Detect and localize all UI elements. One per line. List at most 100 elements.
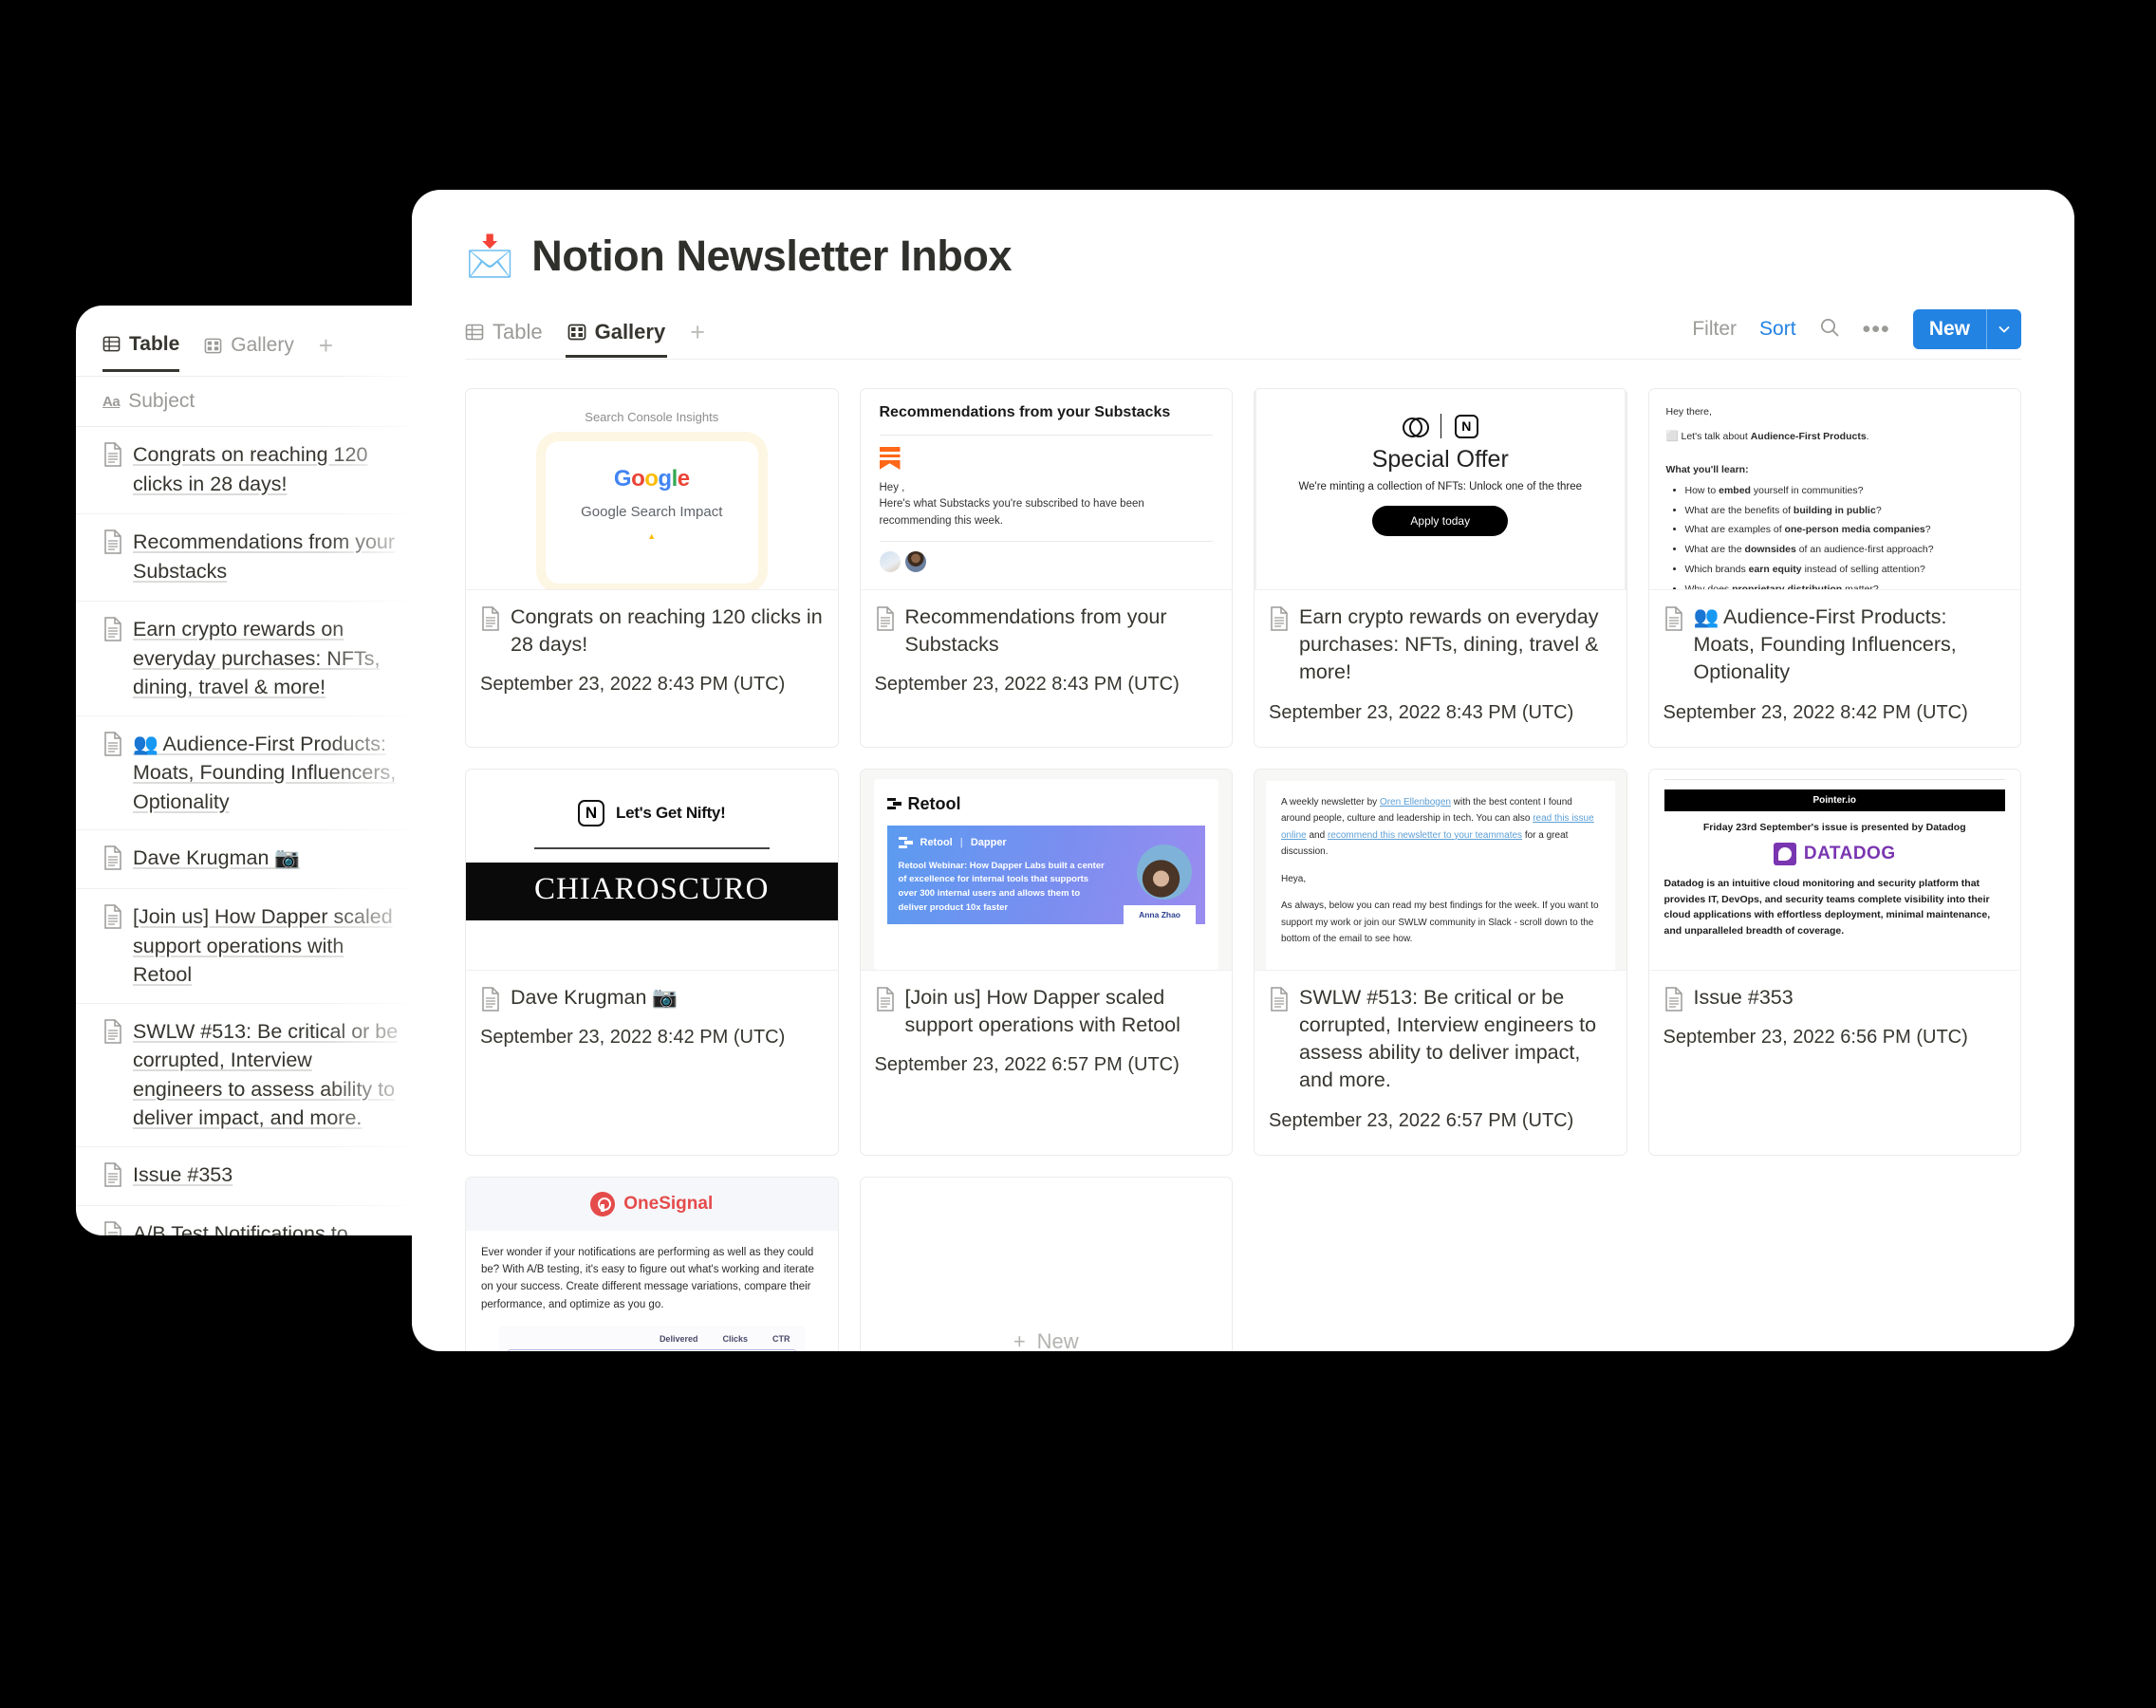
brand-one: One (623, 1193, 660, 1214)
chevron-down-icon[interactable] (1987, 309, 2021, 349)
table-row[interactable]: Recommendations from your Substacks (76, 514, 418, 602)
aa-text-icon: Aa (102, 393, 121, 410)
card-date: September 23, 2022 6:57 PM (UTC) (874, 1054, 1180, 1076)
table-row-title: SWLW #513: Be critical or be corrupted, … (133, 1019, 399, 1130)
gallery-card[interactable]: N Special Offer We're minting a collecti… (1254, 388, 1627, 748)
table-row-title: Recommendations from your Substacks (133, 530, 396, 583)
preview-lead-bold: Audience-First Products (1750, 431, 1867, 443)
preview-body: Ever wonder if your notifications are pe… (481, 1246, 814, 1310)
document-icon (102, 1018, 123, 1044)
bullet-pre: What are the (1684, 544, 1745, 556)
document-icon (102, 1220, 123, 1235)
document-icon (102, 731, 123, 756)
table-header-cell: CTR (772, 1334, 790, 1345)
bullet-bold: earn equity (1748, 563, 1802, 575)
table-row[interactable]: SWLW #513: Be critical or be corrupted, … (76, 1004, 418, 1147)
page-title: 📩 Notion Newsletter Inbox (465, 232, 2021, 281)
divider (879, 540, 1213, 542)
table-row[interactable]: 👥 Audience-First Products: Moats, Foundi… (76, 716, 418, 831)
preview-bullet-list: How to embed yourself in communities? Wh… (1684, 483, 2004, 590)
divider: | (959, 837, 963, 849)
gallery-card[interactable]: Hey there, ⬜ Let's talk about Audience-F… (1647, 388, 2021, 748)
crypto-ring-icon (1402, 414, 1429, 438)
gallery-card[interactable]: Retool Retool | Dapper Retool Webinar: H… (859, 768, 1233, 1156)
tab-table[interactable]: Table (465, 320, 543, 357)
card-date: September 23, 2022 8:42 PM (UTC) (1663, 701, 1968, 723)
document-icon (102, 845, 123, 870)
background-view-tabs: Table Gallery + (76, 306, 418, 376)
brand-signal: Signal (659, 1193, 714, 1214)
document-icon (1269, 606, 1290, 631)
preview-brand: Retool (907, 793, 961, 813)
document-icon (1663, 606, 1684, 631)
preview-cta-button[interactable]: Apply today (1372, 506, 1509, 536)
background-tab-table[interactable]: Table (102, 333, 180, 372)
card-title-row: Recommendations from your Substacks (875, 603, 1218, 659)
table-row-title: 👥 Audience-First Products: Moats, Foundi… (133, 732, 397, 813)
view-toolbar: Table Gallery + Filter Sort ••• New (465, 309, 2021, 360)
background-tab-gallery[interactable]: Gallery (204, 334, 294, 370)
envelope-with-arrow-icon: 📩 (465, 233, 515, 278)
divider (1663, 778, 2005, 780)
bullet-post: ? (1924, 524, 1931, 536)
table-row-title: [Join us] How Dapper scaled support oper… (133, 905, 393, 987)
card-title-row: SWLW #513: Be critical or be corrupted, … (1269, 984, 1612, 1095)
document-icon (102, 1161, 123, 1187)
table-row[interactable]: Congrats on reaching 120 clicks in 28 da… (76, 427, 418, 514)
table-row[interactable]: Earn crypto rewards on everyday purchase… (76, 602, 418, 716)
bullet-bold: one-person media companies (1784, 524, 1925, 536)
card-title: Congrats on reaching 120 clicks in 28 da… (511, 605, 823, 657)
document-icon (1269, 986, 1290, 1012)
view-tabs: Table Gallery + (465, 318, 705, 359)
screenshot-stage: Table Gallery + Aa Subject Congrats on r… (0, 0, 2156, 1708)
gallery-card[interactable]: A weekly newsletter by Oren Ellenbogen w… (1254, 768, 1627, 1156)
ellipsis-icon[interactable]: ••• (1863, 317, 1890, 341)
table-row[interactable]: [Join us] How Dapper scaled support oper… (76, 889, 418, 1004)
table-row[interactable]: A/B Test Notifications to Discover What … (76, 1206, 418, 1235)
search-icon[interactable] (1819, 317, 1840, 343)
retool-brand: Retool (886, 793, 1206, 814)
preview-hero-partner: Dapper (970, 837, 1007, 849)
sort-button[interactable]: Sort (1759, 318, 1796, 341)
preview-intro-c: and (1306, 829, 1328, 841)
bullet-bold: proprietary distribution (1732, 583, 1843, 590)
card-date: September 23, 2022 8:43 PM (UTC) (1269, 701, 1574, 723)
bullet-post: of an audience-first approach? (1795, 544, 1934, 556)
sponsor-logo-row: DATADOG (1664, 842, 2006, 865)
preview-banner-text: CHIAROSCURO (466, 862, 838, 920)
avatar-group (879, 550, 1214, 572)
gallery-card[interactable]: N Let's Get Nifty! CHIAROSCURO Dave Krug… (465, 768, 839, 1156)
preview-body: As always, below you can read my best fi… (1281, 900, 1599, 945)
gallery-card[interactable]: Search Console Insights Google Google Se… (465, 388, 839, 748)
add-view-button[interactable]: + (690, 318, 705, 359)
card-date: September 23, 2022 6:56 PM (UTC) (1663, 1026, 1968, 1048)
tab-gallery[interactable]: Gallery (565, 320, 667, 358)
recommend-link[interactable]: recommend this newsletter to your teamma… (1328, 830, 1522, 841)
gallery-card[interactable]: Recommendations from your Substacks Hey … (859, 388, 1233, 748)
card-title-row: Earn crypto rewards on everyday purchase… (1269, 603, 1612, 687)
table-icon (102, 335, 121, 353)
new-button[interactable]: New (1912, 309, 2021, 349)
card-preview: OneSignal Ever wonder if your notificati… (466, 1177, 838, 1351)
gallery-card[interactable]: OneSignal Ever wonder if your notificati… (465, 1176, 839, 1351)
preview-body: We're minting a collection of NFTs: Unlo… (1298, 481, 1583, 492)
card-preview: Pointer.io Friday 23rd September's issue… (1648, 769, 2020, 971)
card-title: 👥 Audience-First Products: Moats, Foundi… (1693, 605, 1957, 684)
background-add-view-button[interactable]: + (319, 331, 333, 374)
card-preview: Search Console Insights Google Google Se… (466, 389, 838, 590)
new-card-button[interactable]: + New (859, 1176, 1233, 1351)
new-button-label: New (1928, 318, 1970, 340)
table-row[interactable]: Dave Krugman 📷 (76, 830, 418, 890)
filter-button[interactable]: Filter (1692, 318, 1737, 341)
bullet-post: matter? (1842, 583, 1879, 590)
sponsor-name: DATADOG (1803, 843, 1896, 863)
card-preview: N Special Offer We're minting a collecti… (1255, 389, 1626, 590)
preview-brand: OneSignal (623, 1194, 713, 1215)
card-preview: Recommendations from your Substacks Hey … (860, 389, 1232, 590)
table-row[interactable]: Issue #353 (76, 1147, 418, 1206)
tab-gallery-label: Gallery (594, 320, 666, 343)
divider (1440, 414, 1441, 438)
background-tab-gallery-label: Gallery (231, 334, 294, 356)
author-link[interactable]: Oren Ellenbogen (1380, 797, 1451, 808)
gallery-card[interactable]: Pointer.io Friday 23rd September's issue… (1647, 768, 2021, 1156)
